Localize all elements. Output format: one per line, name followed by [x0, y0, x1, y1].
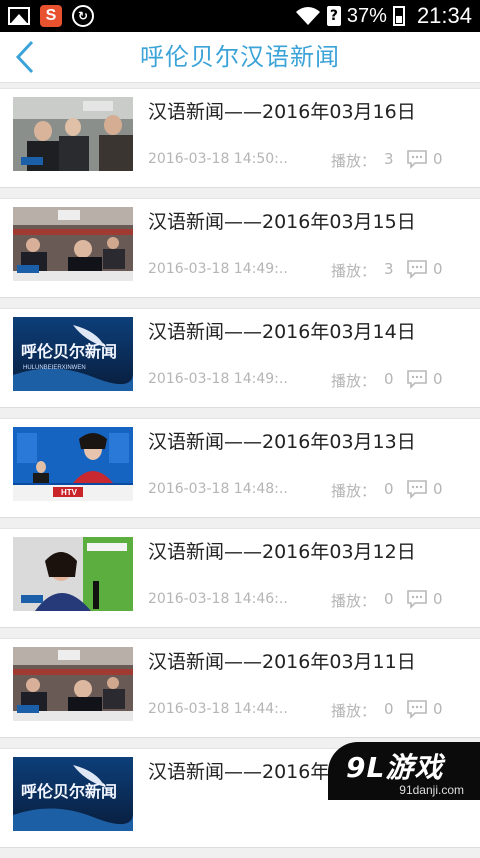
play-count-label: 播放：: [331, 702, 377, 720]
svg-text:HTV: HTV: [61, 488, 78, 497]
comment-count: 0: [433, 150, 443, 168]
item-title: 汉语新闻——2016年03月15日: [148, 211, 416, 233]
item-date: 2016-03-18 14:50:..: [148, 151, 288, 167]
svg-text:HULUNBEIERXINWEN: HULUNBEIERXINWEN: [23, 365, 86, 371]
video-thumbnail[interactable]: [13, 647, 133, 721]
item-title: 汉语新闻——2016年03月13日: [148, 431, 416, 453]
comment-count: 0: [433, 260, 443, 278]
play-count-label: 播放：: [331, 152, 377, 170]
play-count: 0: [384, 590, 394, 608]
status-bar-system: ? 37% 21:34: [295, 0, 472, 32]
item-date: 2016-03-18 14:48:..: [148, 481, 288, 497]
video-thumbnail[interactable]: 呼伦贝尔新闻 HULUNBEIERXINWEN: [13, 317, 133, 391]
comment-count: 0: [433, 480, 443, 498]
comment-count: 0: [433, 590, 443, 608]
play-count-label: 播放：: [331, 262, 377, 280]
no-sim-icon: ?: [326, 6, 341, 26]
list-item[interactable]: 汉语新闻——2016年03月15日 2016-03-18 14:49:.. 播放…: [0, 198, 480, 298]
item-title: 汉语新闻——2016年03月11日: [148, 651, 416, 673]
list-item[interactable]: 汉语新闻——2016年03月12日 2016-03-18 14:46:.. 播放…: [0, 528, 480, 628]
list-item[interactable]: 汉语新闻——2016年03月16日 2016-03-18 14:50:.. 播放…: [0, 88, 480, 188]
item-date: 2016-03-18 14:49:..: [148, 371, 288, 387]
video-thumbnail[interactable]: [13, 207, 133, 281]
app-header: 呼伦贝尔汉语新闻: [0, 32, 480, 83]
comment-icon[interactable]: [406, 698, 428, 720]
page-title: 呼伦贝尔汉语新闻: [140, 43, 340, 71]
item-title: 汉语新闻——2016年03月14日: [148, 321, 416, 343]
comment-icon[interactable]: [406, 588, 428, 610]
item-date: 2016-03-18 14:49:..: [148, 261, 288, 277]
battery-icon: [392, 6, 405, 26]
item-title: 汉语新闻——2016年03月12日: [148, 541, 416, 563]
play-count: 0: [384, 700, 394, 718]
play-count-label: 播放：: [331, 372, 377, 390]
play-count: 0: [384, 370, 394, 388]
play-count: 3: [384, 260, 394, 278]
image-icon: [8, 5, 30, 27]
comment-icon[interactable]: [406, 478, 428, 500]
comment-count: 0: [433, 370, 443, 388]
svg-text:呼伦贝尔新闻: 呼伦贝尔新闻: [21, 342, 117, 361]
video-thumbnail[interactable]: [13, 537, 133, 611]
item-date: 2016-03-18 14:46:..: [148, 591, 288, 607]
video-thumbnail[interactable]: HTV: [13, 427, 133, 501]
watermark-logo: 9L游戏 91danji.com: [328, 742, 480, 800]
watermark-sub: 91danji.com: [399, 783, 464, 797]
comment-icon[interactable]: [406, 148, 428, 170]
sogou-icon: S: [40, 5, 62, 27]
sync-icon: ↻: [72, 5, 94, 27]
watermark-main: 9L游戏: [346, 751, 444, 784]
comment-icon[interactable]: [406, 258, 428, 280]
item-date: 2016-03-18 14:44:..: [148, 701, 288, 717]
play-count-label: 播放：: [331, 482, 377, 500]
item-title: 汉语新闻——2016年03月16日: [148, 101, 416, 123]
play-count: 0: [384, 480, 394, 498]
video-thumbnail[interactable]: [13, 97, 133, 171]
wifi-icon: [295, 7, 320, 25]
comment-count: 0: [433, 700, 443, 718]
play-count-label: 播放：: [331, 592, 377, 610]
video-thumbnail[interactable]: 呼伦贝尔新闻: [13, 757, 133, 831]
status-bar: S ↻ ? 37% 21:34: [0, 0, 480, 32]
list-item[interactable]: 呼伦贝尔新闻 HULUNBEIERXINWEN 汉语新闻——2016年03月14…: [0, 308, 480, 408]
clock: 21:34: [416, 3, 472, 28]
comment-icon[interactable]: [406, 368, 428, 390]
battery-percent: 37%: [346, 4, 387, 27]
list-item[interactable]: HTV 汉语新闻——2016年03月13日 2016-03-18 14:48:.…: [0, 418, 480, 518]
list-item[interactable]: 汉语新闻——2016年03月11日 2016-03-18 14:44:.. 播放…: [0, 638, 480, 738]
play-count: 3: [384, 150, 394, 168]
svg-text:呼伦贝尔新闻: 呼伦贝尔新闻: [21, 782, 117, 801]
status-bar-notifications: S ↻: [8, 5, 94, 27]
